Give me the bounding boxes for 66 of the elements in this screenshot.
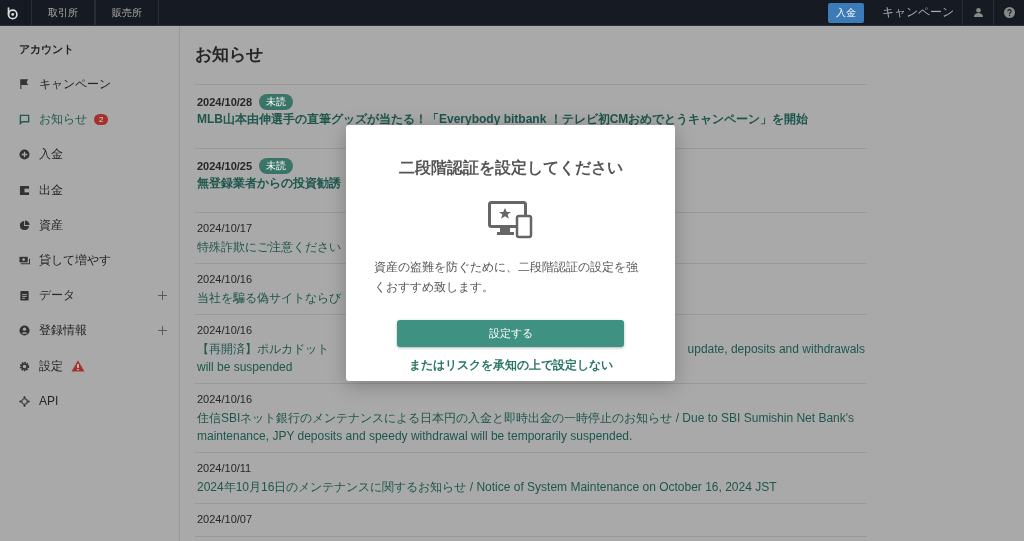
notice-date: 2024/10/11 [197, 462, 252, 474]
api-icon [19, 395, 30, 407]
unread-badge: 未読 [259, 158, 294, 174]
help-icon[interactable] [1003, 7, 1015, 18]
setup-button[interactable]: 設定する [397, 320, 624, 347]
campaign-link[interactable]: キャンペーン [874, 0, 962, 25]
sidebar-label: 設定 [39, 357, 63, 375]
sidebar-label: 貸して増やす [39, 252, 111, 270]
sidebar-label: API [39, 394, 59, 409]
sidebar-item[interactable]: 登録情報 [0, 313, 179, 349]
modal-title: 二段階認証を設定してください [398, 158, 623, 178]
deposit-button[interactable]: 入金 [828, 2, 864, 23]
sidebar-item[interactable]: 資産 [0, 207, 179, 243]
sidebar-label: 登録情報 [39, 322, 87, 340]
flag-icon [19, 79, 30, 91]
notice-date: 2024/10/17 [197, 222, 253, 234]
unread-badge: 未読 [259, 94, 294, 110]
notice-title-link[interactable]: 【再開済】ポルカドット [197, 340, 329, 358]
sidebar-heading: アカウント [18, 43, 75, 57]
notice-title-link[interactable]: MLB山本由伸選手の直筆グッズが当たる！「Everybody bitbank ！テレビ初CMおめでとうキャンペーン」を開始 [197, 110, 809, 128]
notice-title-link[interactable]: will be suspended [197, 358, 293, 376]
sidebar-item[interactable]: お知らせ 2 [0, 102, 179, 138]
sidebar-label: 出金 [39, 181, 63, 199]
notice-title-link[interactable]: update, deposits and withdrawals [687, 340, 865, 358]
sidebar-item[interactable]: API [0, 383, 179, 419]
sidebar-label: お知らせ [39, 111, 87, 129]
notice-date: 2024/10/16 [197, 393, 253, 405]
plus-circle-icon [19, 149, 30, 161]
clipboard-icon [19, 290, 30, 302]
sidebar-item[interactable]: キャンペーン [0, 67, 179, 103]
notice-date: 2024/10/25 [197, 160, 253, 172]
count-badge: 2 [94, 114, 109, 126]
notice-title-link[interactable]: 住信SBIネット銀行のメンテナンスによる日本円の入金と即時出金の一時停止のお知らせ / Due to SBI Sumishin Net Bank's maintenance, JPY deposits and speedy withdrawal will be temporarily suspended. [197, 409, 865, 445]
notice-date: 2024/10/16 [197, 273, 253, 285]
notice-date: 2024/10/07 [197, 513, 253, 525]
sidebar-label: データ [39, 287, 75, 305]
top-tab[interactable]: 取引所 [31, 0, 95, 25]
notice-title-link[interactable]: 2024年10月16日のメンテナンスに関するお知らせ / Notice of System Maintenance on October 16, 2024 JST [197, 478, 777, 496]
sidebar-item[interactable]: 入金 [0, 137, 179, 173]
modal-message: 資産の盗難を防ぐために、二段階認証の設定を強くおすすめ致します。 [374, 259, 639, 296]
expand-icon[interactable] [158, 291, 167, 301]
sidebar-label: 入金 [39, 146, 63, 164]
sidebar-label: 資産 [39, 216, 63, 234]
top-tab[interactable]: 販売所 [95, 0, 159, 25]
sidebar-label: キャンペーン [39, 76, 111, 94]
user-icon[interactable] [972, 7, 984, 18]
sidebar-item[interactable]: 設定 [0, 348, 179, 384]
gear-icon [19, 360, 30, 372]
sidebar-item[interactable]: 出金 [0, 172, 179, 208]
logo-icon[interactable] [5, 5, 19, 20]
expand-icon[interactable] [158, 326, 167, 336]
user-icon [19, 325, 30, 337]
notice-title-link[interactable]: 当社を騙る偽サイトならび [197, 289, 341, 307]
notice-date: 2024/10/28 [197, 96, 253, 108]
cash-icon [19, 255, 30, 267]
wallet-icon [19, 184, 30, 196]
notice-title-link[interactable]: 特殊詐欺にご注意ください [197, 238, 341, 256]
notice-title-link[interactable]: 無登録業者からの投資勧誘 [197, 174, 341, 192]
chat-icon [19, 114, 30, 126]
sidebar-item[interactable]: データ [0, 278, 179, 314]
monitor-phone-icon [487, 201, 534, 239]
skip-link[interactable]: またはリスクを承知の上で設定しない [408, 357, 613, 374]
page-title: お知らせ [195, 43, 867, 85]
notice-date: 2024/10/16 [197, 324, 253, 336]
pie-icon [19, 219, 30, 231]
sidebar-item[interactable]: 貸して増やす [0, 242, 179, 279]
